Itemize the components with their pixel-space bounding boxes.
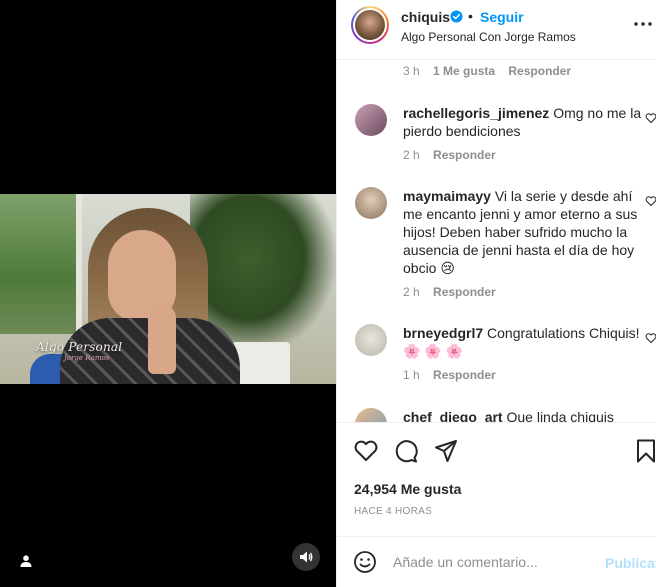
comment-text: brneyedgrl7 Congratulations Chiquis! 🌸 🌸… [403, 324, 643, 360]
comment-text: maymaimayy Vi la serie y desde ahí me en… [403, 187, 643, 277]
heart-icon[interactable] [353, 438, 379, 464]
follow-button[interactable]: Seguir [480, 9, 524, 25]
show-watermark: Algo Personal [36, 340, 123, 354]
comment-time: 2 h [403, 285, 420, 299]
heart-icon[interactable] [645, 195, 656, 207]
post-timestamp[interactable]: HACE 4 HORAS [354, 506, 432, 517]
comment-time: 3 h [403, 64, 420, 78]
avatar[interactable] [355, 187, 387, 219]
video-pane[interactable]: Algo Personal Jorge Ramos [0, 0, 336, 587]
show-watermark-subtitle: Jorge Ramos [64, 354, 110, 362]
user-icon[interactable] [12, 547, 40, 575]
comment-time: 2 h [403, 148, 420, 162]
emoji-icon[interactable] [353, 550, 377, 574]
more-options-icon[interactable] [633, 16, 653, 32]
comment-body: Que linda chiquis [506, 409, 614, 422]
plant-pot [232, 342, 290, 384]
comment-meta: 3 h 1 Me gusta Responder [403, 64, 571, 78]
comment-likes[interactable]: 1 Me gusta [433, 64, 495, 78]
comments-list[interactable]: 3 h 1 Me gusta Responder rachellegoris_j… [337, 60, 656, 422]
comment-icon[interactable] [393, 438, 419, 464]
reply-button[interactable]: Responder [433, 148, 496, 162]
comment-meta: 1 h Responder [403, 368, 496, 382]
separator-dot: • [468, 8, 473, 24]
reply-button[interactable]: Responder [433, 368, 496, 382]
verified-badge-icon [450, 10, 463, 23]
avatar[interactable] [351, 6, 389, 44]
post-actions: 24,954 Me gusta HACE 4 HORAS [337, 422, 656, 522]
comment-text: rachellegoris_jimenez Omg no me la pierd… [403, 104, 643, 140]
video-frame[interactable]: Algo Personal Jorge Ramos [0, 194, 336, 384]
heart-icon[interactable] [645, 332, 656, 344]
comment-meta: 2 h Responder [403, 148, 496, 162]
comment-username[interactable]: rachellegoris_jimenez [403, 105, 549, 121]
avatar[interactable] [355, 324, 387, 356]
comment-composer: Publicar [337, 536, 656, 587]
avatar-inner [353, 8, 387, 42]
likes-count[interactable]: 24,954 Me gusta [354, 481, 461, 497]
publish-button[interactable]: Publicar [605, 555, 656, 571]
hands [148, 304, 176, 374]
comment-username[interactable]: maymaimayy [403, 188, 491, 204]
avatar[interactable] [355, 408, 387, 422]
comment-meta: 2 h Responder [403, 285, 496, 299]
avatar[interactable] [355, 104, 387, 136]
comment-text: chef_diego_art Que linda chiquis [403, 408, 643, 422]
post-panel: chiquis • Seguir Algo Personal Con Jorge… [336, 0, 656, 587]
post-header: chiquis • Seguir Algo Personal Con Jorge… [337, 0, 656, 60]
comment-time: 1 h [403, 368, 420, 382]
post-location[interactable]: Algo Personal Con Jorge Ramos [401, 30, 576, 44]
author-username[interactable]: chiquis [401, 9, 450, 25]
share-icon[interactable] [433, 438, 459, 464]
comment-username[interactable]: brneyedgrl7 [403, 325, 483, 341]
reply-button[interactable]: Responder [508, 64, 571, 78]
speaker-icon[interactable] [292, 543, 320, 571]
bookmark-icon[interactable] [633, 438, 656, 464]
heart-icon[interactable] [645, 112, 656, 124]
reply-button[interactable]: Responder [433, 285, 496, 299]
comment-input[interactable] [393, 549, 593, 575]
comment-username[interactable]: chef_diego_art [403, 409, 503, 422]
avatar-image [355, 10, 385, 40]
